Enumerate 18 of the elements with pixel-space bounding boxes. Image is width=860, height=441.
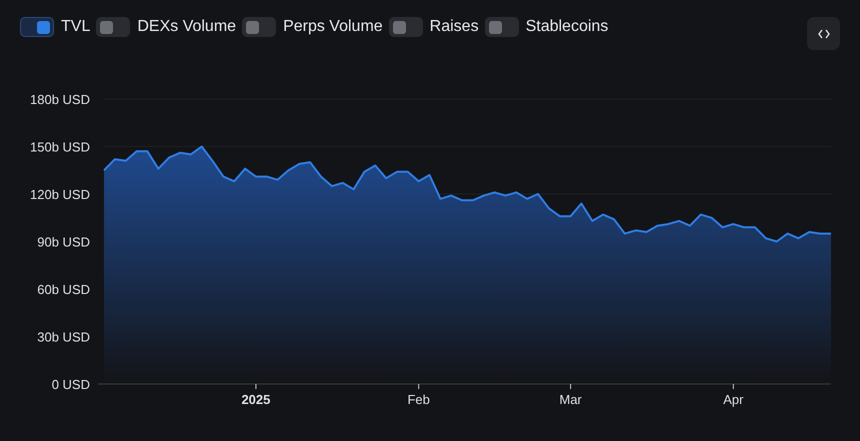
y-axis-label: 180b USD (30, 92, 90, 107)
legend-toggle[interactable]: Stablecoins (484, 17, 608, 37)
legend-toggle[interactable]: Raises (388, 17, 479, 37)
y-axis-label: 0 USD (52, 377, 90, 392)
legend-toggle[interactable]: TVL (20, 17, 90, 37)
x-axis-label: Feb (407, 392, 430, 407)
y-axis-label: 90b USD (37, 234, 90, 250)
x-axis-label: 2025 (241, 392, 270, 407)
y-axis-label: 60b USD (37, 282, 90, 297)
legend-toggle[interactable]: DEXs Volume (96, 17, 236, 37)
legend-toggle[interactable]: Perps Volume (242, 17, 383, 37)
embed-code-button[interactable] (807, 17, 840, 50)
x-axis-label: Apr (723, 392, 744, 407)
x-axis-label: Mar (559, 392, 582, 407)
y-axis-label: 150b USD (30, 140, 90, 154)
y-axis-label: 120b USD (30, 187, 90, 202)
code-icon (818, 28, 830, 38)
y-axis-label: 30b USD (37, 330, 90, 344)
